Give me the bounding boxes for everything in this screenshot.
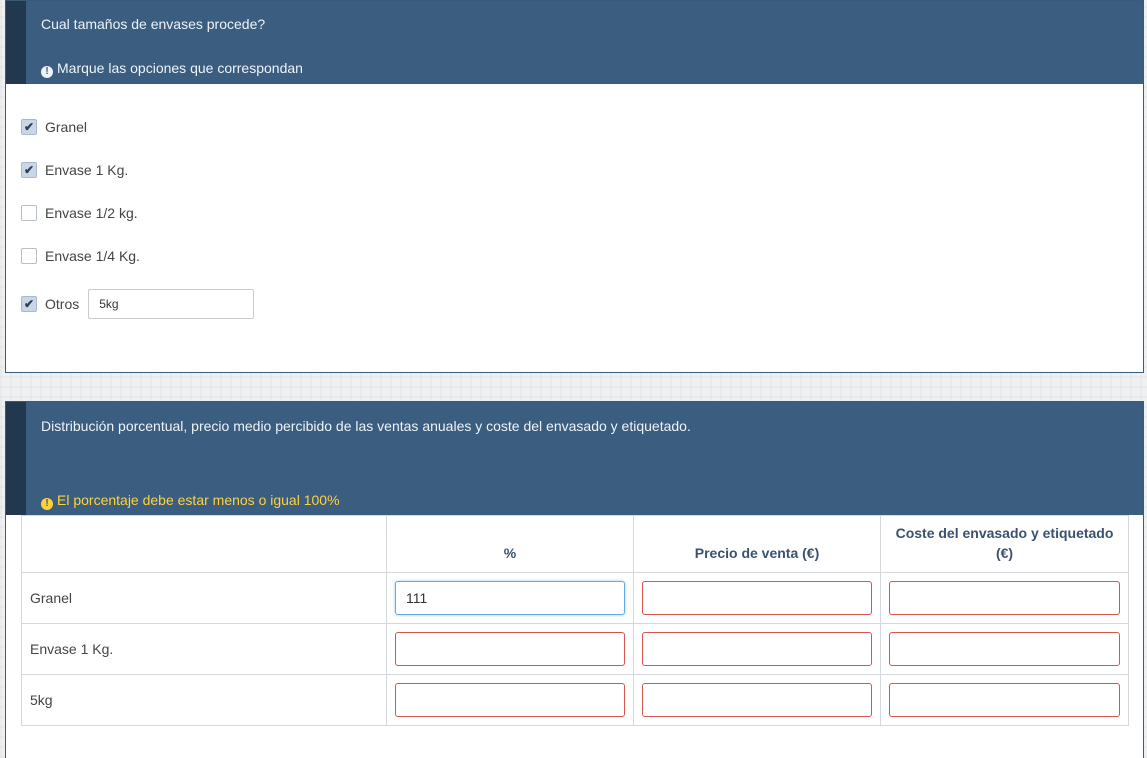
question-title: Cual tamaños de envases procede? <box>41 16 266 32</box>
warning-text: El porcentaje debe estar menos o igual 1… <box>57 492 340 508</box>
exclamation-circle-icon: ! <box>41 498 53 510</box>
question-header: Cual tamaños de envases procede? ! Marque… <box>6 1 1143 84</box>
table-cell <box>386 572 634 624</box>
question-header: Distribución porcentual, precio medio pe… <box>6 402 1143 515</box>
table-cell <box>633 572 881 624</box>
row-label: Granel <box>21 572 387 624</box>
question-title: Distribución porcentual, precio medio pe… <box>41 418 691 434</box>
option-envase-1kg[interactable]: ✔ Envase 1 Kg. <box>21 160 128 180</box>
row-label: 5kg <box>21 674 387 726</box>
question-panel-distribution: Distribución porcentual, precio medio pe… <box>5 401 1144 758</box>
question-panel-package-sizes: Cual tamaños de envases procede? ! Marque… <box>5 0 1144 373</box>
price-input[interactable] <box>642 581 872 615</box>
option-envase-half-kg[interactable]: Envase 1/2 kg. <box>21 203 138 223</box>
otros-text-input[interactable] <box>88 289 255 319</box>
percent-input[interactable] <box>395 632 625 666</box>
percent-input[interactable] <box>395 581 625 615</box>
row-label: Envase 1 Kg. <box>21 623 387 675</box>
exclamation-circle-icon: ! <box>41 66 53 78</box>
table-cell <box>633 623 881 675</box>
cost-input[interactable] <box>889 683 1120 717</box>
column-header-empty <box>21 515 387 573</box>
column-header-price: Precio de venta (€) <box>633 515 881 573</box>
table-cell <box>386 674 634 726</box>
cost-input[interactable] <box>889 581 1120 615</box>
checkbox-otros[interactable]: ✔ <box>21 296 37 312</box>
table-cell <box>386 623 634 675</box>
table-row: Granel <box>21 572 1129 624</box>
table-cell <box>880 674 1129 726</box>
option-label: Granel <box>45 119 88 135</box>
table-cell <box>633 674 881 726</box>
option-granel[interactable]: ✔ Granel <box>21 117 87 137</box>
table-header-row: % Precio de venta (€) Coste del envasado… <box>21 515 1129 573</box>
option-otros[interactable]: ✔ Otros <box>21 289 255 319</box>
checkbox-granel[interactable]: ✔ <box>21 119 37 135</box>
question-instruction: ! Marque las opciones que correspondan <box>41 60 303 78</box>
table-row: Envase 1 Kg. <box>21 623 1129 675</box>
option-label: Envase 1 Kg. <box>45 162 129 178</box>
column-header-cost: Coste del envasado y etiquetado (€) <box>880 515 1129 573</box>
table-cell <box>880 623 1129 675</box>
checkbox-envase-quarter-kg[interactable] <box>21 248 37 264</box>
column-header-percent: % <box>386 515 634 573</box>
cost-input[interactable] <box>889 632 1120 666</box>
table-row: 5kg <box>21 674 1129 726</box>
percent-input[interactable] <box>395 683 625 717</box>
price-input[interactable] <box>642 632 872 666</box>
option-label: Otros <box>45 296 80 312</box>
question-warning: ! El porcentaje debe estar menos o igual … <box>41 492 340 510</box>
option-label: Envase 1/2 kg. <box>45 205 138 221</box>
price-input[interactable] <box>642 683 872 717</box>
distribution-table: % Precio de venta (€) Coste del envasado… <box>21 515 1129 726</box>
instruction-text: Marque las opciones que correspondan <box>57 60 303 76</box>
checkbox-envase-1kg[interactable]: ✔ <box>21 162 37 178</box>
option-envase-quarter-kg[interactable]: Envase 1/4 Kg. <box>21 246 140 266</box>
checkbox-envase-half-kg[interactable] <box>21 205 37 221</box>
table-cell <box>880 572 1129 624</box>
option-label: Envase 1/4 Kg. <box>45 248 140 264</box>
